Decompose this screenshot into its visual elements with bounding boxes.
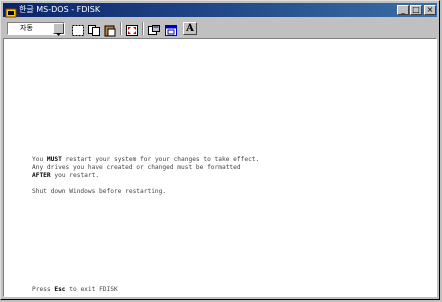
window-title: 한글 MS-DOS - FDISK	[19, 5, 101, 14]
fullscreen-button[interactable]	[125, 22, 139, 36]
console-line-drives: Any drives you have created or changed m…	[32, 164, 241, 171]
fullscreen-icon	[126, 25, 138, 36]
console-line-restart: You MUST restart your system for your ch…	[32, 156, 260, 163]
console-footer-exit: Press Esc to exit FDISK	[32, 286, 118, 293]
paste-icon	[104, 25, 116, 37]
console-line-shutdown: Shut down Windows before restarting.	[32, 188, 167, 195]
minimize-button[interactable]: _	[397, 5, 409, 15]
font-size-value: 자동	[20, 24, 33, 32]
close-icon: ×	[426, 5, 434, 14]
toolbar: 자동 A	[3, 19, 437, 37]
background-button[interactable]	[164, 22, 178, 36]
font-icon: A	[186, 23, 194, 34]
console-line-after: AFTER you restart.	[32, 172, 100, 179]
msdos-app-icon	[5, 4, 17, 18]
toolbar-separator	[142, 22, 144, 35]
toolbar-separator	[120, 22, 122, 35]
font-size-select[interactable]: 자동	[7, 22, 65, 36]
msdos-window: 한글 MS-DOS - FDISK _ □ × 자동 A You MUST re…	[0, 0, 440, 300]
title-bar[interactable]: 한글 MS-DOS - FDISK _ □ ×	[3, 3, 437, 18]
copy-button[interactable]	[87, 22, 101, 36]
font-button[interactable]: A	[183, 22, 197, 35]
copy-icon	[88, 25, 100, 36]
dropdown-button[interactable]	[53, 23, 64, 36]
console-output[interactable]: You MUST restart your system for your ch…	[3, 38, 437, 297]
close-button[interactable]: ×	[424, 5, 436, 15]
maximize-icon: □	[412, 5, 420, 14]
paste-button[interactable]	[103, 22, 117, 37]
minimize-icon: _	[401, 5, 405, 14]
mark-icon	[72, 25, 84, 36]
properties-button[interactable]	[147, 22, 161, 35]
mark-button[interactable]	[71, 22, 85, 36]
properties-icon	[148, 25, 160, 35]
background-icon	[165, 25, 177, 36]
maximize-button[interactable]: □	[410, 5, 422, 15]
